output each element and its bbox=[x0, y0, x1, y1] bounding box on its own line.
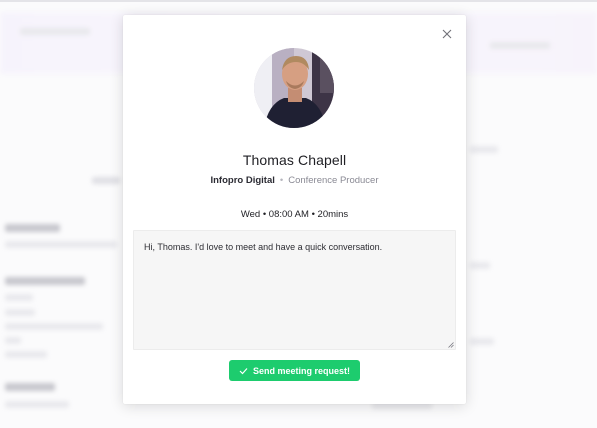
background-block bbox=[92, 177, 120, 184]
background-block bbox=[5, 401, 69, 408]
send-meeting-request-button[interactable]: Send meeting request! bbox=[229, 360, 360, 381]
resize-grip-icon[interactable] bbox=[448, 342, 454, 348]
page: Thomas Chapell Infopro Digital • Conferenc… bbox=[0, 0, 597, 428]
background-block bbox=[470, 262, 490, 269]
separator-dot: • bbox=[279, 175, 284, 186]
company-name: Infopro Digital bbox=[210, 175, 275, 186]
background-block bbox=[490, 42, 550, 49]
background-block bbox=[5, 277, 85, 285]
meeting-time-summary: Wed • 08:00 AM • 20mins bbox=[240, 209, 349, 220]
background-block bbox=[5, 309, 35, 316]
background-block bbox=[470, 338, 494, 345]
profile-photo bbox=[254, 48, 334, 128]
message-input[interactable]: Hi, Thomas. I'd love to meet and have a … bbox=[133, 230, 456, 350]
profile-organization-line: Infopro Digital • Conference Producer bbox=[123, 175, 466, 186]
close-icon bbox=[442, 29, 452, 39]
background-block bbox=[5, 351, 47, 358]
background-block bbox=[5, 224, 60, 232]
background-block bbox=[5, 294, 33, 301]
background-block bbox=[470, 146, 498, 153]
close-button[interactable] bbox=[439, 26, 455, 42]
send-button-label: Send meeting request! bbox=[252, 365, 351, 376]
checkmark-icon bbox=[239, 367, 248, 374]
background-block bbox=[5, 337, 21, 344]
meeting-request-modal: Thomas Chapell Infopro Digital • Conferenc… bbox=[123, 15, 466, 404]
background-block bbox=[20, 28, 90, 35]
avatar bbox=[254, 48, 334, 128]
job-title: Conference Producer bbox=[288, 175, 379, 186]
background-block bbox=[5, 241, 117, 248]
background-block bbox=[5, 383, 55, 391]
background-block bbox=[5, 323, 103, 330]
profile-name: Thomas Chapell bbox=[242, 152, 347, 168]
